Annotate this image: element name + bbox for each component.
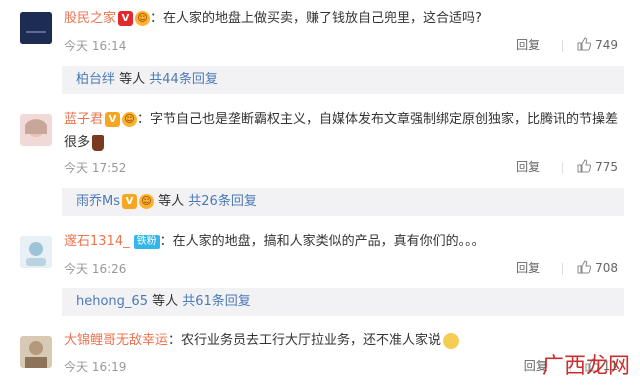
comment-actions: 回复 708 bbox=[516, 259, 618, 277]
reply-user-link[interactable]: 柏台绊 bbox=[76, 72, 115, 87]
avatar[interactable] bbox=[20, 236, 52, 268]
reply-user-link[interactable]: hehong_65 bbox=[76, 294, 148, 309]
reply-summary[interactable]: 柏台绊 等人 共44条回复 bbox=[62, 66, 624, 94]
like-icon[interactable] bbox=[577, 37, 592, 54]
verified-badge-icon: V bbox=[118, 11, 134, 26]
separator: ： bbox=[150, 11, 164, 26]
divider bbox=[562, 161, 564, 174]
comment-time: 今天 16:26 bbox=[64, 262, 127, 276]
comment-text-line2: 很多 bbox=[64, 133, 105, 153]
comment-line: 邃石1314_ 铁粉 ：在人家的地盘，搞和人家类似的产品，真有你们的。。。 bbox=[64, 232, 485, 252]
fan-badge: 铁粉 bbox=[133, 234, 160, 249]
comment-text: 在人家的地盘，搞和人家类似的产品，真有你们的。。。 bbox=[172, 234, 485, 249]
reply-suffix: 等人 bbox=[115, 72, 146, 87]
verified-badge-icon: V bbox=[122, 194, 137, 209]
divider bbox=[562, 39, 564, 52]
comment-line: 蓝子君 V ☺ ：字节自己也是垄断霸权主义，自媒体发布文章强制绑定原创独家，比腾讯的节… bbox=[64, 110, 618, 130]
member-badge-icon: ☺ bbox=[139, 194, 154, 209]
comment-time: 今天 17:52 bbox=[64, 161, 127, 175]
member-badge-icon: ☺ bbox=[135, 11, 151, 26]
avatar[interactable] bbox=[20, 336, 52, 368]
reply-button[interactable]: 回复 bbox=[516, 158, 540, 175]
comment-line: 股民之家 V ☺ ：在人家的地盘上做买卖，赚了钱放自己兜里，这合适吗? bbox=[64, 9, 482, 29]
avatar[interactable] bbox=[20, 12, 52, 44]
reply-count-link[interactable]: 共26条回复 bbox=[184, 194, 257, 209]
avatar-image-icon bbox=[20, 114, 52, 146]
username-link[interactable]: 大锦鲤哥无敌幸运 bbox=[64, 333, 168, 348]
reply-button[interactable]: 回复 bbox=[516, 36, 540, 53]
comment-actions: 回复 775 bbox=[516, 158, 618, 176]
separator: ： bbox=[137, 112, 151, 127]
separator: ： bbox=[159, 234, 173, 249]
comment-text: 农行业务员去工行大厅拉业务，还不准人家说 bbox=[181, 333, 442, 348]
comment-actions: 回复 749 bbox=[516, 36, 618, 54]
comment-time: 今天 16:19 bbox=[64, 360, 127, 374]
comment-text: 字节自己也是垄断霸权主义，自媒体发布文章强制绑定原创独家，比腾讯的节操差 bbox=[150, 112, 619, 127]
comment-text: 在人家的地盘上做买卖，赚了钱放自己兜里，这合适吗? bbox=[163, 11, 482, 26]
avatar-image-icon bbox=[20, 12, 52, 44]
like-count: 749 bbox=[595, 38, 618, 52]
comment-line: 大锦鲤哥无敌幸运：农行业务员去工行大厅拉业务，还不准人家说 bbox=[64, 331, 460, 351]
like-icon[interactable] bbox=[577, 260, 592, 277]
avatar-image-icon bbox=[20, 336, 52, 368]
reply-button[interactable]: 回复 bbox=[516, 259, 540, 276]
reply-suffix: 等人 bbox=[154, 194, 185, 209]
avatar[interactable] bbox=[20, 114, 52, 146]
divider bbox=[562, 262, 564, 275]
username-link[interactable]: 蓝子君 bbox=[64, 112, 103, 127]
member-badge-icon: ☺ bbox=[122, 112, 138, 127]
comment-text-continued: 很多 bbox=[64, 135, 91, 150]
like-count: 708 bbox=[595, 261, 618, 275]
watermark-logo: 广西龙网 bbox=[541, 354, 630, 379]
like-count: 775 bbox=[595, 160, 618, 174]
reply-summary[interactable]: 雨乔Ms V ☺ 等人 共26条回复 bbox=[62, 188, 624, 216]
username-link[interactable]: 邃石1314_ bbox=[64, 234, 130, 249]
reply-count-link[interactable]: 共44条回复 bbox=[145, 72, 218, 87]
smile-emoji-icon bbox=[443, 332, 460, 349]
reply-user-link[interactable]: 雨乔Ms bbox=[76, 194, 120, 209]
username-link[interactable]: 股民之家 bbox=[64, 11, 116, 26]
separator: ： bbox=[168, 333, 182, 348]
reply-suffix: 等人 bbox=[147, 294, 179, 309]
avatar-image-icon bbox=[20, 236, 52, 268]
like-icon[interactable] bbox=[577, 159, 592, 176]
comment-time: 今天 16:14 bbox=[64, 39, 127, 53]
reply-summary[interactable]: hehong_65 等人 共61条回复 bbox=[62, 288, 624, 316]
reply-count-link[interactable]: 共61条回复 bbox=[178, 294, 251, 309]
verified-badge-icon: V bbox=[105, 112, 121, 127]
coffee-emoji-icon bbox=[92, 134, 105, 151]
